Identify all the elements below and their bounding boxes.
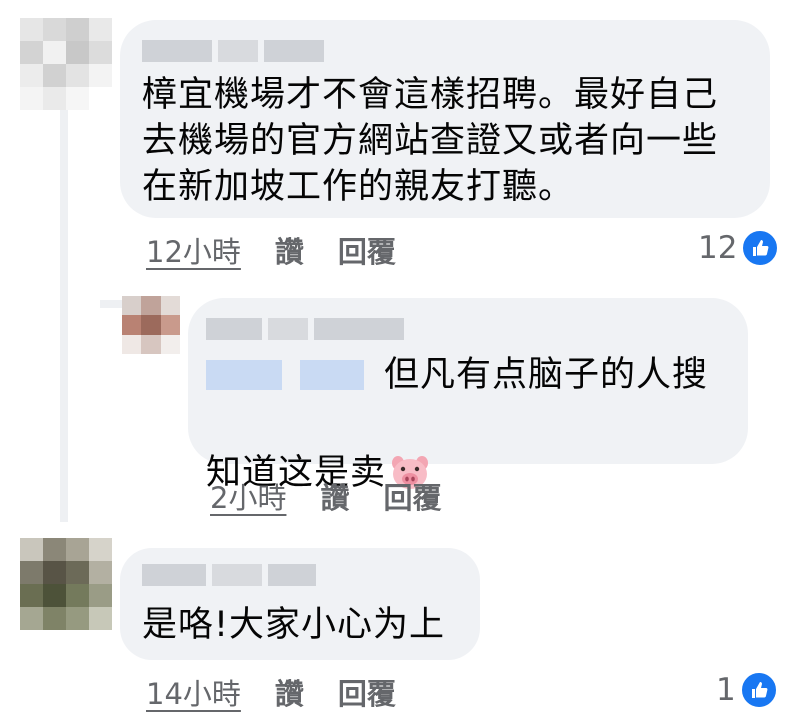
comment-timestamp[interactable]: 14小時 [146,671,241,713]
comment-text: 樟宜機場才不會這樣招聘。最好自己 去機場的官方網站查證又或者向一些 在新加坡工作… [142,75,719,207]
like-button[interactable]: 讚 [275,229,304,271]
comment-timestamp[interactable]: 2小時 [210,475,286,517]
comment-timestamp[interactable]: 12小時 [146,229,241,271]
reply-button[interactable]: 回覆 [383,475,441,517]
reaction-summary[interactable]: 12 [698,228,780,268]
like-button[interactable]: 讚 [275,671,304,713]
avatar[interactable] [20,538,112,630]
reply-button[interactable]: 回覆 [338,671,396,713]
author-name[interactable] [142,564,316,586]
reaction-count: 12 [698,230,738,266]
reply-bubble: 但凡有点脑子的人搜 知道这是卖 [188,298,748,493]
author-name[interactable] [206,318,404,340]
comment-bubble: 樟宜機場才不會這樣招聘。最好自己 去機場的官方網站查證又或者向一些 在新加坡工作… [120,20,770,218]
comment-bubble: 是咯!大家小心为上 [120,548,480,660]
thread-line [60,92,68,522]
comment-text-line1: 但凡有点脑子的人搜 [384,355,709,395]
comment-text: 是咯!大家小心为上 [142,605,446,645]
like-button[interactable]: 讚 [320,475,349,517]
reply-connector [100,300,124,308]
comment-actions: 12小時 讚 回覆 [146,230,396,270]
thumbs-up-icon [739,671,778,709]
reaction-summary[interactable]: 1 [716,670,778,710]
avatar[interactable] [122,296,180,354]
reply-actions: 2小時 讚 回覆 [210,476,441,516]
avatar[interactable] [20,18,112,110]
author-name[interactable] [142,40,324,62]
reply-button[interactable]: 回覆 [338,229,396,271]
thumbs-up-icon [741,229,780,267]
comment-actions: 14小時 讚 回覆 [146,672,396,712]
reaction-count: 1 [716,672,736,708]
mention-tag[interactable] [206,360,364,390]
